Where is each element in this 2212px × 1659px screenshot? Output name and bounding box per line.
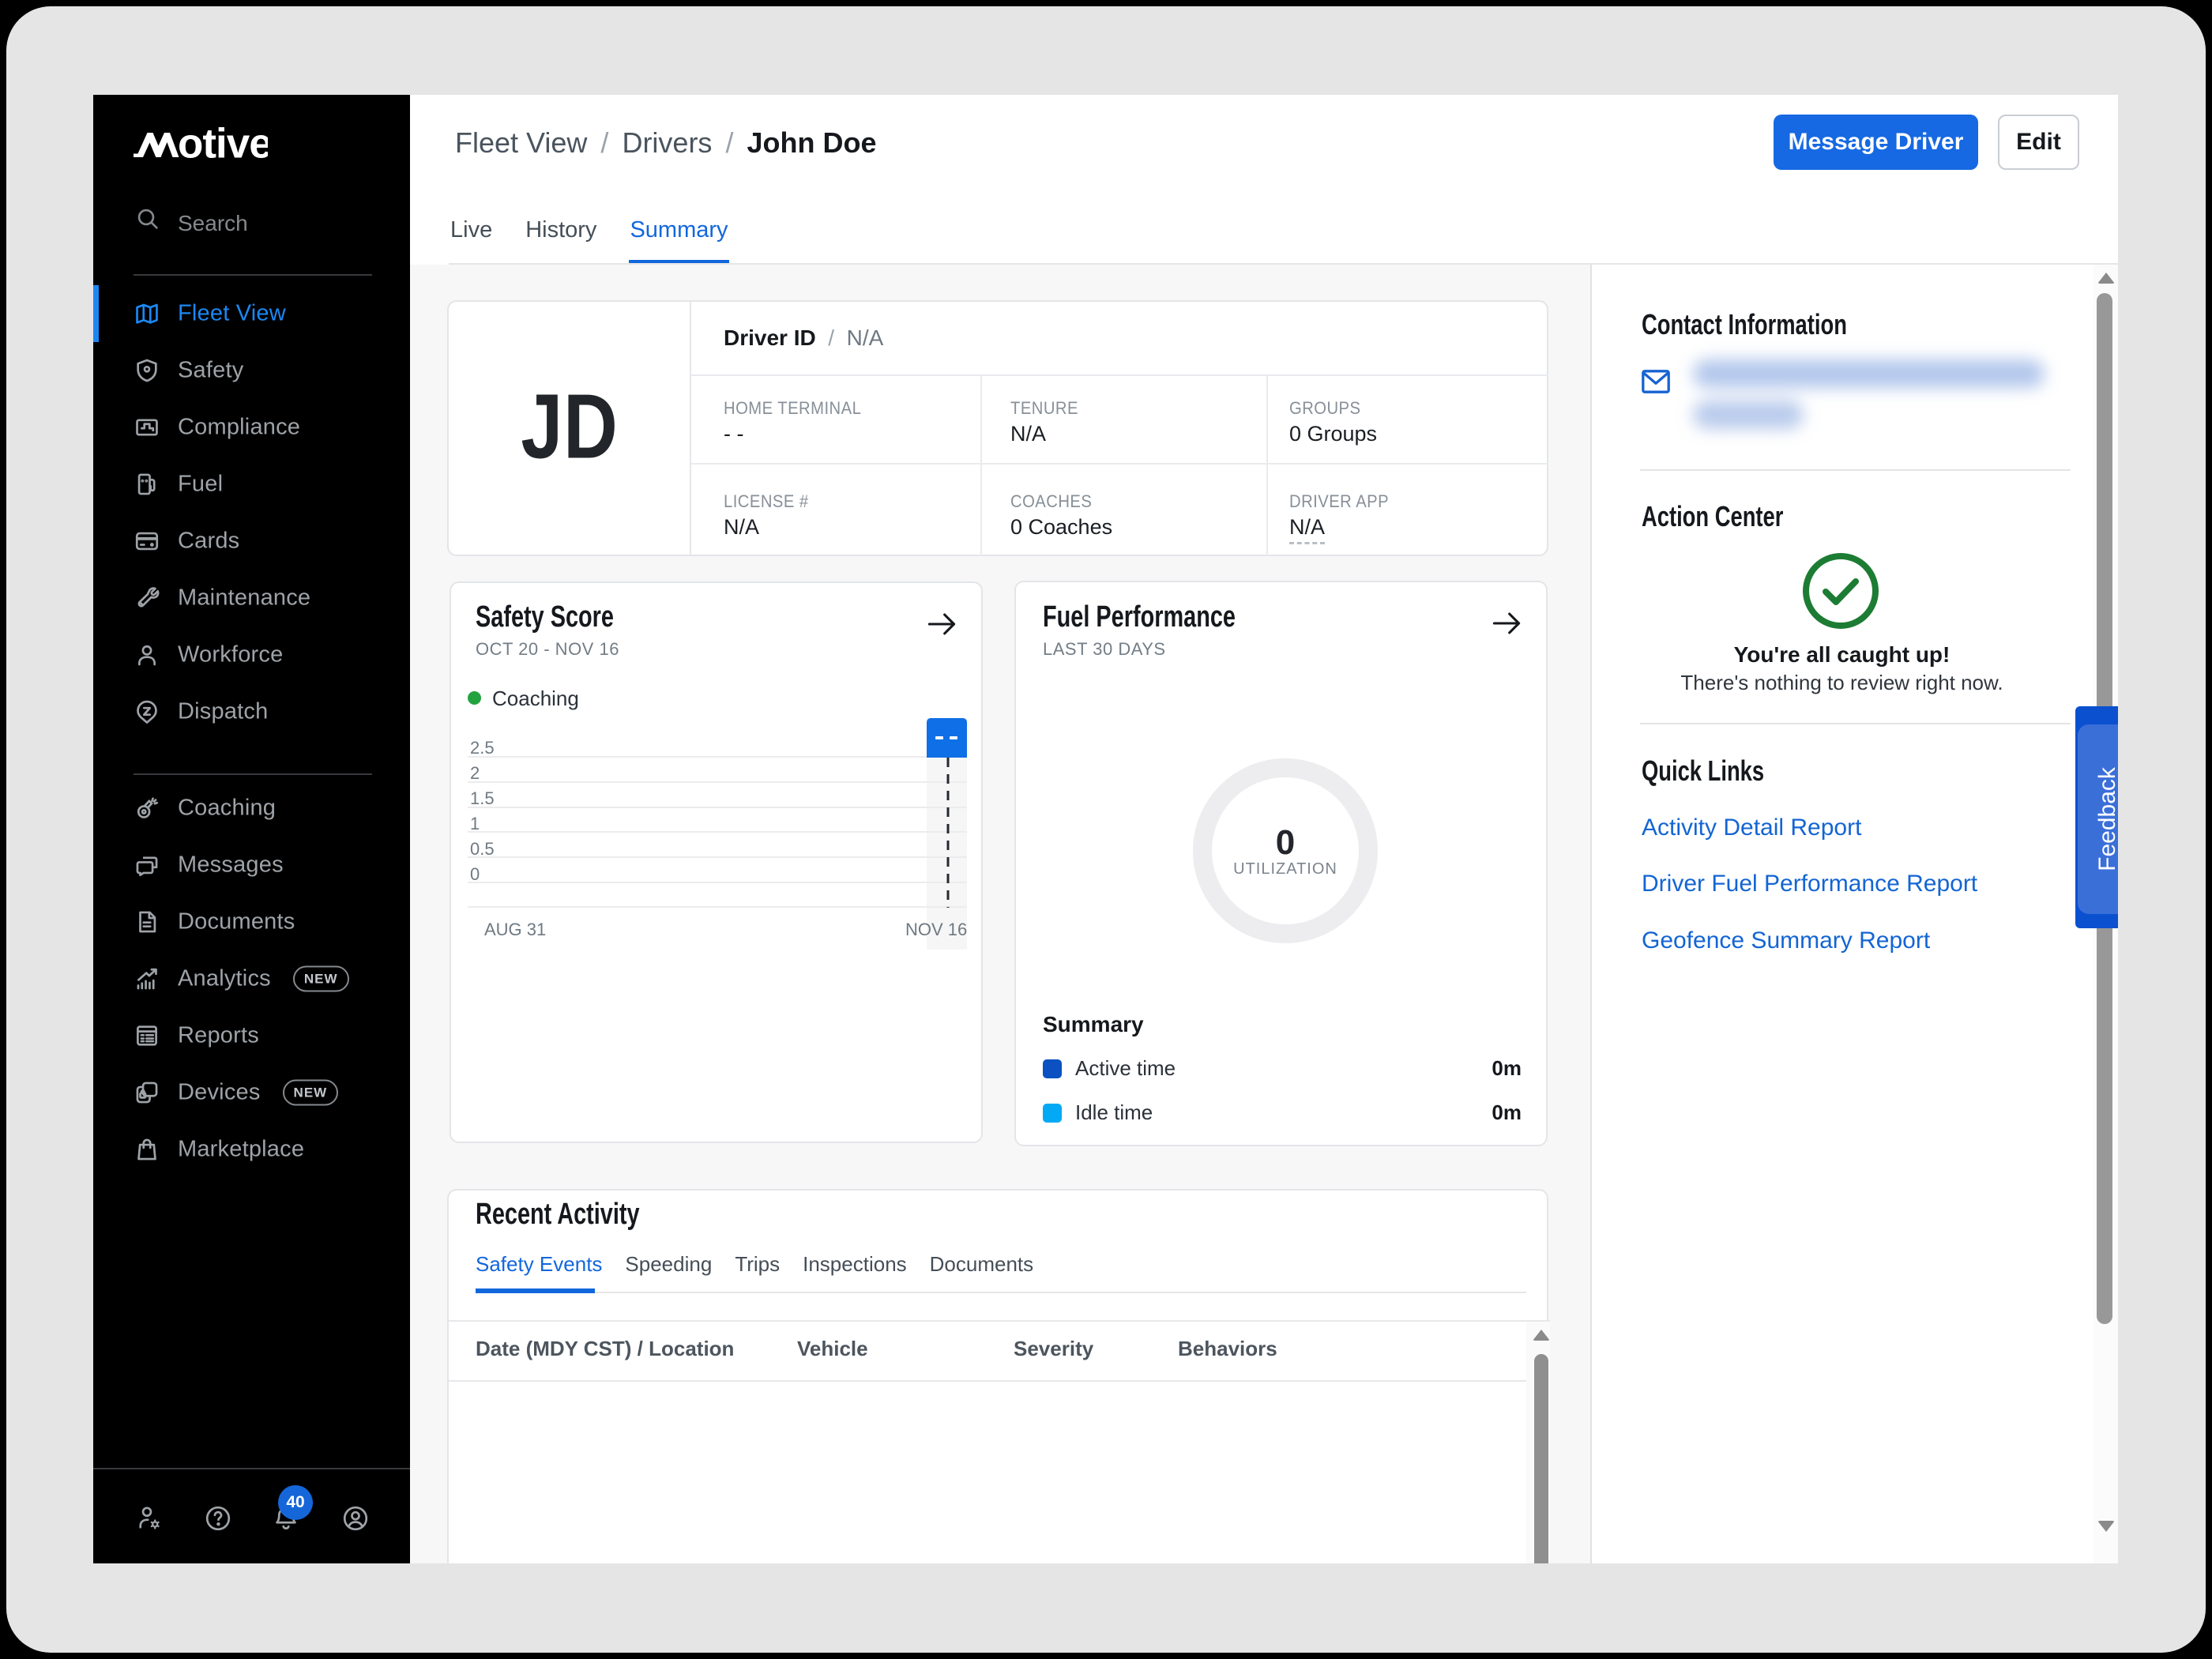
- svg-text:otive: otive: [178, 122, 268, 161]
